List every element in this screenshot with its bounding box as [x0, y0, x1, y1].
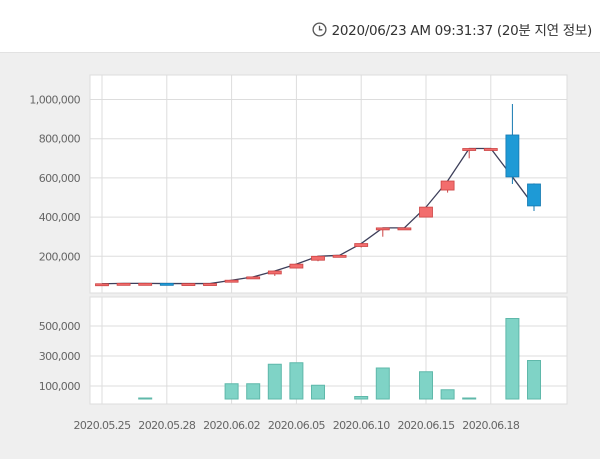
volume-bar: [419, 371, 433, 400]
volume-bar: [138, 397, 153, 400]
x-tick-label: 2020.05.25: [74, 419, 132, 432]
price-plot-area: [89, 74, 568, 294]
candle-body: [354, 243, 369, 247]
volume-tick-label: 500,000: [39, 320, 81, 333]
candle-body: [116, 282, 131, 286]
x-tick-label: 2020.05.28: [138, 419, 196, 432]
volume-plot-area: [89, 296, 568, 405]
price-tick-label: 1,000,000: [29, 94, 80, 107]
volume-bar: [311, 384, 325, 400]
candle-body: [332, 254, 347, 258]
candle-body: [527, 183, 541, 207]
candle-body: [505, 134, 520, 178]
volume-bar: [224, 383, 239, 400]
candle-body: [203, 283, 217, 286]
candle-body: [311, 255, 325, 261]
candle-body: [289, 263, 304, 269]
candle-body: [267, 270, 282, 275]
volume-bar: [289, 362, 304, 400]
candle-body: [397, 227, 412, 231]
x-tick-label: 2020.06.15: [398, 419, 456, 432]
volume-bar: [505, 318, 520, 400]
candle-body: [462, 148, 477, 151]
volume-bar: [354, 396, 369, 400]
x-tick-label: 2020.06.18: [462, 419, 520, 432]
price-tick-label: 400,000: [39, 211, 81, 224]
price-tick-label: 800,000: [39, 133, 81, 146]
volume-bar: [267, 363, 282, 400]
volume-bar: [527, 360, 541, 400]
x-tick-label: 2020.06.02: [203, 419, 260, 432]
x-tick-label: 2020.06.10: [333, 419, 391, 432]
candle-body: [375, 227, 390, 231]
stock-chart: 200,000 400,000 600,000 800,000 1,000,000 100…: [29, 74, 568, 432]
candle-body: [483, 148, 498, 151]
volume-bar: [246, 383, 261, 400]
x-tick-label: 2020.06.05: [268, 419, 326, 432]
candle-body: [95, 283, 109, 287]
volume-tick-label: 300,000: [39, 350, 81, 363]
candle-body: [440, 180, 455, 191]
volume-bar: [462, 397, 477, 400]
volume-bar: [375, 367, 390, 400]
candle-body: [138, 282, 153, 286]
candle-body: [181, 283, 196, 286]
candle-body: [419, 206, 433, 218]
volume-bar: [440, 389, 455, 400]
candle-body: [224, 279, 239, 283]
candle-body: [246, 276, 261, 280]
price-tick-label: 200,000: [39, 250, 81, 263]
price-tick-label: 600,000: [39, 172, 81, 185]
candle-body: [159, 282, 174, 286]
volume-tick-label: 100,000: [39, 380, 81, 393]
